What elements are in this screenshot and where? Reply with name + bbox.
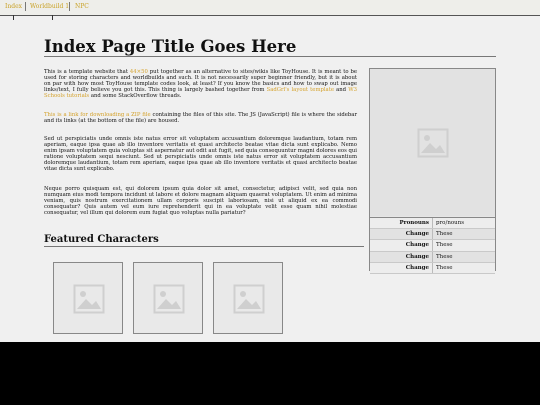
nav-link-worldbuild[interactable]: Worldbuild 1 (30, 3, 69, 11)
infobox-label: Change (405, 264, 429, 271)
author-link[interactable]: 44×50 (130, 69, 148, 75)
title-divider (44, 56, 496, 57)
infobox-label: Change (405, 253, 429, 260)
infobox-divider (432, 251, 433, 262)
nav-separator (69, 2, 70, 11)
infobox-row: Change These (370, 262, 495, 274)
image-placeholder-icon (417, 128, 449, 158)
infobox-value: These (436, 253, 453, 260)
infobox-table: Pronouns pro/nouns Change These Change T… (370, 217, 495, 274)
nav-link-index[interactable]: Index (5, 3, 22, 11)
nav-tick (52, 15, 53, 20)
image-placeholder-icon (233, 284, 265, 314)
featured-character-thumb[interactable] (53, 262, 123, 334)
infobox-value: These (436, 264, 453, 271)
infobox-value: These (436, 231, 453, 238)
image-placeholder-icon (73, 284, 105, 314)
infobox-row: Pronouns pro/nouns (370, 218, 495, 230)
infobox-divider (432, 240, 433, 251)
infobox-image (370, 69, 495, 216)
sadgrl-layout-link[interactable]: SadGrl's layout template (267, 87, 334, 93)
infobox-value: pro/nouns (436, 220, 465, 226)
lorem-paragraph-1: Sed ut perspiciatis unde omnis iste natu… (44, 136, 357, 173)
download-paragraph: This is a link for downloading a ZIP fil… (44, 112, 357, 125)
bottom-band (0, 342, 540, 405)
intro-paragraph: This is a template website that 44×50 pu… (44, 69, 358, 100)
infobox-label: Change (405, 231, 429, 238)
infobox-label: Pronouns (399, 220, 429, 226)
infobox-divider (432, 262, 433, 273)
infobox-row: Change These (370, 240, 495, 252)
featured-character-thumb[interactable] (133, 262, 203, 334)
character-infobox: Pronouns pro/nouns Change These Change T… (369, 68, 496, 274)
featured-characters-heading: Featured Characters (44, 234, 159, 245)
infobox-label: Change (405, 242, 429, 249)
featured-character-thumb[interactable] (213, 262, 283, 334)
nav-separator (25, 2, 26, 11)
page-title: Index Page Title Goes Here (44, 37, 297, 56)
nav-tick (13, 15, 14, 20)
nav-link-npc[interactable]: NPC (75, 3, 89, 11)
infobox-row: Change These (370, 229, 495, 241)
top-nav: Index Worldbuild 1 NPC (0, 0, 540, 16)
infobox-value: These (436, 242, 453, 249)
featured-divider (44, 246, 364, 247)
image-placeholder-icon (153, 284, 185, 314)
lorem-paragraph-2: Neque porro quisquam est, qui dolorem ip… (44, 186, 357, 217)
infobox-divider (432, 218, 433, 229)
infobox-row: Change These (370, 251, 495, 263)
infobox-divider (432, 229, 433, 240)
